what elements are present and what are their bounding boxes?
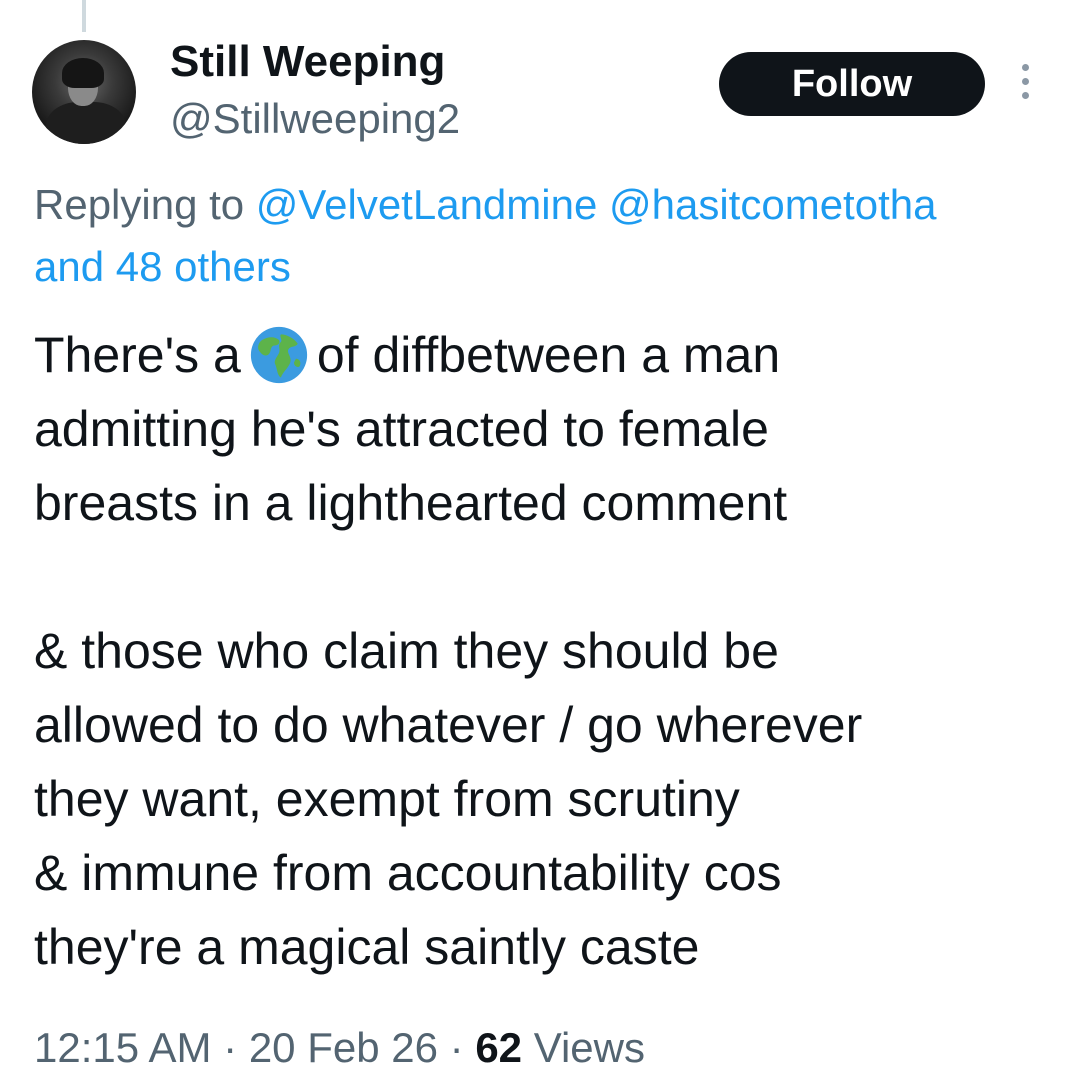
author-handle[interactable]: @Stillweeping2 [170,94,460,144]
mention-link-hasitcometotha[interactable]: @hasitcometotha [609,181,936,228]
more-options-dot [1022,64,1029,71]
tweet-date[interactable]: 20 Feb 26 [249,1024,438,1071]
avatar-figure-body [46,102,126,144]
avatar[interactable] [32,40,136,144]
replying-to-others-link[interactable]: and 48 others [34,238,291,296]
more-options-dot [1022,78,1029,85]
tweet-text-segment: There's a [34,327,241,383]
mention-link-velvetlandmine[interactable]: @VelvetLandmine [256,181,598,228]
tweet-line: they want, exempt from scrutiny [34,771,740,827]
avatar-figure-hair [62,58,104,88]
more-options-dot [1022,92,1029,99]
tweet-meta: 12:15 AM · 20 Feb 26 · 62 Views [34,1020,645,1076]
tweet-line: & those who claim they should be [34,623,779,679]
paragraph-break [34,540,1054,614]
tweet-line: breasts in a lighthearted comment [34,475,788,531]
tweet-text-segment: of diffbetween a man [316,327,781,383]
tweet-line: There's a of diffbetween a man [34,318,1054,392]
author-display-name[interactable]: Still Weeping [170,36,445,88]
tweet-line: they're a magical saintly caste [34,919,700,975]
globe-icon [250,326,307,383]
meta-separator: · [449,1024,464,1071]
follow-button[interactable]: Follow [719,52,985,116]
tweet-text: There's a of diffbetween a man admitting… [34,318,1054,984]
views-label: Views [533,1024,645,1071]
thread-connector-line [82,0,86,32]
tweet-time[interactable]: 12:15 AM [34,1024,211,1071]
tweet-line: & immune from accountability cos [34,845,782,901]
views-count[interactable]: 62 [475,1024,522,1071]
meta-separator: · [223,1024,238,1071]
replying-to-line: Replying to @VelvetLandmine @hasitcometo… [34,176,1080,234]
tweet-line: allowed to do whatever / go wherever [34,697,863,753]
more-options-button[interactable] [1012,64,1040,104]
replying-to-prefix: Replying to [34,181,245,228]
tweet-line: admitting he's attracted to female [34,401,769,457]
